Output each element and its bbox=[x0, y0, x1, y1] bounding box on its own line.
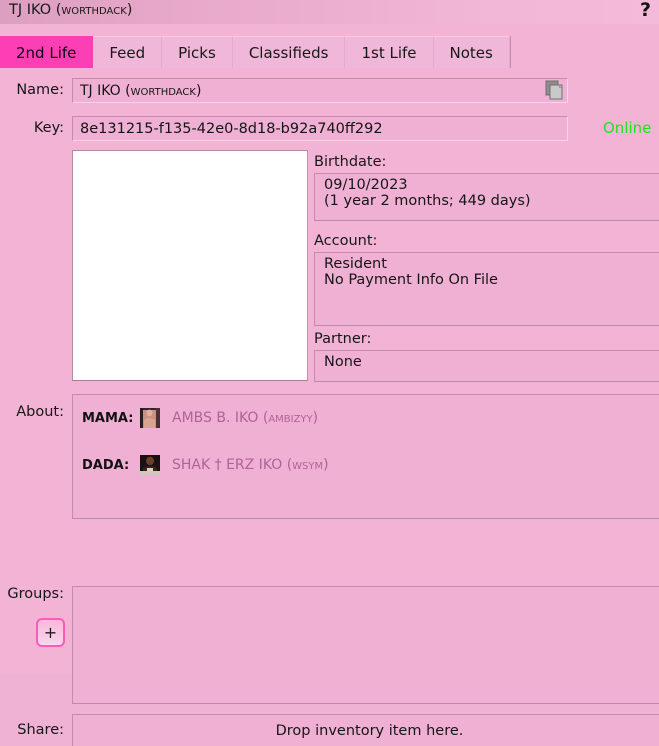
birthdate-box: 09/10/2023 (1 year 2 months; 449 days) bbox=[314, 173, 659, 221]
birthdate-label: Birthdate: bbox=[314, 154, 387, 170]
window-title: TJ IKO (worthdack) bbox=[9, 2, 133, 18]
tab-strip-end bbox=[509, 36, 511, 68]
window-titlebar: TJ IKO (worthdack) ? bbox=[0, 0, 659, 24]
name-value: TJ IKO (worthdack) bbox=[80, 83, 202, 99]
tab-strip: 2nd Life Feed Picks Classifieds 1st Life… bbox=[0, 24, 659, 68]
tab-picks[interactable]: Picks bbox=[162, 36, 233, 68]
about-entry-mama: MAMA: AMBS B. IKO (ambizyy) bbox=[82, 407, 318, 429]
about-entry-dada: DADA: SHAK † ERZ IKO (wsym) bbox=[82, 454, 329, 476]
account-label: Account: bbox=[314, 233, 378, 249]
about-role-label: DADA: bbox=[82, 457, 130, 473]
key-value: 8e131215-f135-42e0-8d18-b92a740ff292 bbox=[80, 121, 383, 137]
help-icon[interactable]: ? bbox=[640, 0, 651, 21]
about-link-dada[interactable]: SHAK † ERZ IKO (wsym) bbox=[172, 457, 329, 473]
about-role-label: MAMA: bbox=[82, 410, 134, 426]
partner-box: None bbox=[314, 350, 659, 382]
about-link-mama[interactable]: AMBS B. IKO (ambizyy) bbox=[172, 410, 318, 426]
key-input[interactable]: 8e131215-f135-42e0-8d18-b92a740ff292 bbox=[72, 116, 568, 141]
avatar-thumbnail[interactable] bbox=[140, 408, 160, 428]
share-label: Share: bbox=[17, 722, 64, 738]
account-type: Resident bbox=[324, 256, 387, 272]
key-label: Key: bbox=[33, 120, 64, 136]
groups-list[interactable] bbox=[72, 586, 659, 704]
about-box: MAMA: AMBS B. IKO (ambizyy) DADA: SHAK †… bbox=[72, 394, 659, 519]
profile-panel: Name: TJ IKO (worthdack) Key: 8e131215-f… bbox=[0, 68, 659, 746]
share-hint-text: Drop inventory item here. bbox=[275, 722, 464, 739]
tab-1st-life[interactable]: 1st Life bbox=[345, 36, 434, 68]
copy-icon[interactable] bbox=[542, 80, 566, 101]
account-payment: No Payment Info On File bbox=[324, 272, 498, 288]
partner-label: Partner: bbox=[314, 331, 372, 347]
avatar-thumbnail[interactable] bbox=[140, 455, 160, 475]
status-badge: Online bbox=[603, 119, 652, 137]
birthdate-value: 09/10/2023 bbox=[324, 177, 408, 193]
account-box: Resident No Payment Info On File bbox=[314, 252, 659, 326]
tab-notes[interactable]: Notes bbox=[433, 36, 510, 68]
tab-classifieds[interactable]: Classifieds bbox=[232, 36, 346, 68]
share-dropzone[interactable]: Drop inventory item here. bbox=[72, 714, 659, 746]
profile-picture[interactable] bbox=[72, 150, 308, 381]
name-label: Name: bbox=[16, 82, 64, 98]
tab-list: 2nd Life Feed Picks Classifieds 1st Life… bbox=[0, 36, 511, 68]
about-label: About: bbox=[16, 404, 64, 420]
add-group-button[interactable]: + bbox=[36, 618, 65, 647]
partner-value: None bbox=[324, 354, 362, 370]
tab-feed[interactable]: Feed bbox=[93, 36, 163, 68]
name-input[interactable]: TJ IKO (worthdack) bbox=[72, 78, 568, 103]
groups-label: Groups: bbox=[7, 586, 64, 602]
birthdate-age: (1 year 2 months; 449 days) bbox=[324, 193, 531, 209]
tab-2nd-life[interactable]: 2nd Life bbox=[0, 36, 94, 68]
